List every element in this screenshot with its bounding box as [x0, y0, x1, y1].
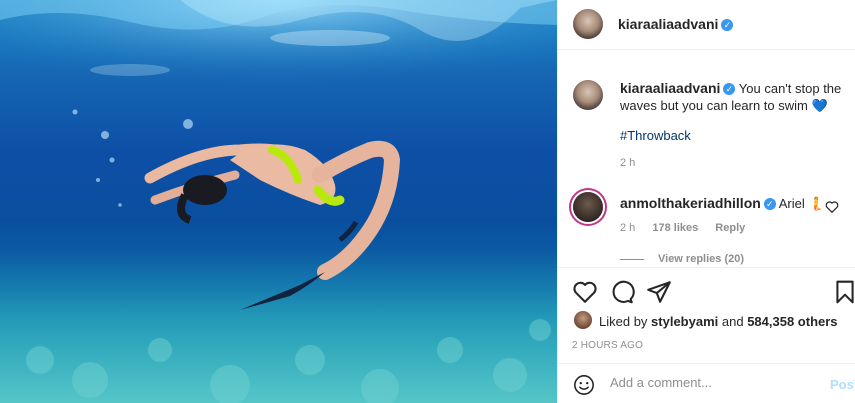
- likes-count[interactable]: 584,358 others: [747, 314, 837, 329]
- add-comment-bar: Post: [558, 363, 855, 403]
- liker-avatar[interactable]: [574, 311, 592, 329]
- actions-divider: [558, 267, 855, 268]
- heart-icon[interactable]: [572, 279, 598, 305]
- comment-time[interactable]: 2 h: [620, 222, 635, 234]
- author-username[interactable]: kiaraaliaadvani: [618, 16, 718, 32]
- liked-by: Liked by stylebyami and 584,358 others: [599, 314, 838, 329]
- comment-icon[interactable]: [609, 279, 635, 305]
- comment-meta: 2 h 178 likes Reply: [620, 222, 759, 234]
- author-name-row: kiaraaliaadvani ✓: [618, 16, 734, 34]
- posted-time[interactable]: 2 HOURS AGO: [572, 340, 643, 351]
- liked-by-user[interactable]: stylebyami: [651, 314, 718, 329]
- comment: anmolthakeriadhillon ✓ Ariel 🧜: [620, 195, 825, 212]
- mermaid-emoji: 🧜: [808, 196, 825, 211]
- caption-hashtag[interactable]: #Throwback: [620, 128, 691, 143]
- paper-plane-icon[interactable]: [646, 279, 672, 305]
- smiley-icon[interactable]: [573, 374, 595, 396]
- post-image[interactable]: [0, 0, 557, 403]
- caption: kiaraaliaadvani ✓ You can't stop the wave…: [620, 80, 842, 114]
- post-side-panel: kiaraaliaadvani ✓ kiaraaliaadvani ✓ You ca…: [558, 0, 855, 403]
- comment-input[interactable]: [610, 375, 810, 390]
- comment-likes[interactable]: 178 likes: [652, 222, 698, 234]
- replies-line: [620, 258, 644, 260]
- comment-avatar[interactable]: [573, 192, 603, 222]
- post-button[interactable]: Post: [830, 377, 855, 392]
- blue-heart-emoji: 💙: [811, 98, 828, 113]
- author-avatar[interactable]: [573, 9, 603, 39]
- comment-text: Ariel: [778, 196, 805, 211]
- post-header: kiaraaliaadvani ✓: [558, 0, 855, 50]
- liked-by-prefix: Liked by: [599, 314, 648, 329]
- verified-badge-icon: ✓: [721, 19, 734, 31]
- view-replies-button[interactable]: View replies (20): [620, 253, 744, 265]
- caption-avatar[interactable]: [573, 80, 603, 110]
- reply-button[interactable]: Reply: [715, 222, 745, 234]
- comment-username[interactable]: anmolthakeriadhillon: [620, 195, 761, 211]
- action-bar: [558, 274, 855, 310]
- underwater-swimmer-illustration: [0, 0, 557, 403]
- verified-badge-icon: ✓: [763, 198, 776, 210]
- caption-username[interactable]: kiaraaliaadvani: [620, 80, 720, 96]
- liked-by-and: and: [721, 314, 744, 329]
- heart-outline-icon[interactable]: [824, 199, 840, 215]
- bookmark-icon[interactable]: [832, 279, 855, 305]
- caption-time[interactable]: 2 h: [620, 157, 635, 169]
- view-replies-label: View replies (20): [658, 253, 745, 265]
- verified-badge-icon: ✓: [723, 83, 736, 95]
